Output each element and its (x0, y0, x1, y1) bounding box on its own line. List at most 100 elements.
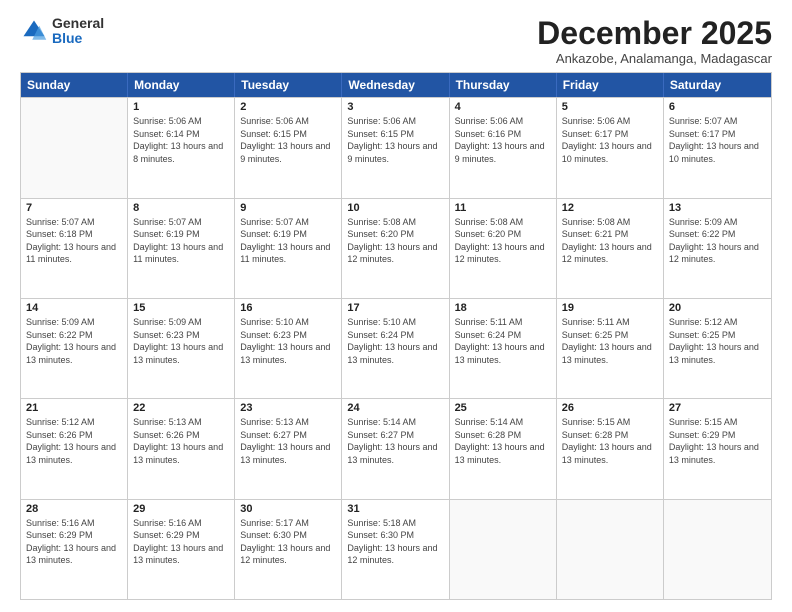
cal-cell-0-1: 1 Sunrise: 5:06 AM Sunset: 6:14 PM Daylig… (128, 98, 235, 197)
day-number: 16 (240, 302, 336, 314)
day-info: Sunrise: 5:12 AM Sunset: 6:26 PM Dayligh… (26, 416, 122, 466)
day-info: Sunrise: 5:06 AM Sunset: 6:15 PM Dayligh… (347, 115, 443, 165)
day-info: Sunrise: 5:06 AM Sunset: 6:16 PM Dayligh… (455, 115, 551, 165)
day-info: Sunrise: 5:09 AM Sunset: 6:22 PM Dayligh… (669, 216, 766, 266)
day-number: 31 (347, 503, 443, 515)
day-info: Sunrise: 5:15 AM Sunset: 6:29 PM Dayligh… (669, 416, 766, 466)
day-info: Sunrise: 5:06 AM Sunset: 6:17 PM Dayligh… (562, 115, 658, 165)
day-number: 9 (240, 202, 336, 214)
day-number: 5 (562, 101, 658, 113)
day-info: Sunrise: 5:08 AM Sunset: 6:21 PM Dayligh… (562, 216, 658, 266)
header-saturday: Saturday (664, 73, 771, 97)
cal-cell-1-2: 9Sunrise: 5:07 AM Sunset: 6:19 PM Daylig… (235, 199, 342, 298)
cal-cell-1-6: 13 Sunrise: 5:09 AM Sunset: 6:22 PM Dayli… (664, 199, 771, 298)
day-info: Sunrise: 5:11 AM Sunset: 6:24 PM Dayligh… (455, 316, 551, 366)
day-number: 19 (562, 302, 658, 314)
day-number: 2 (240, 101, 336, 113)
day-info: Sunrise: 5:08 AM Sunset: 6:20 PM Dayligh… (347, 216, 443, 266)
day-number: 23 (240, 402, 336, 414)
day-number: 26 (562, 402, 658, 414)
day-number: 3 (347, 101, 443, 113)
cal-cell-2-0: 14 Sunrise: 5:09 AM Sunset: 6:22 PM Dayli… (21, 299, 128, 398)
week-row-3: 14 Sunrise: 5:09 AM Sunset: 6:22 PM Dayli… (21, 298, 771, 398)
day-info: Sunrise: 5:10 AM Sunset: 6:23 PM Dayligh… (240, 316, 336, 366)
cal-cell-4-4 (450, 500, 557, 599)
day-number: 1 (133, 101, 229, 113)
logo-blue-text: Blue (52, 31, 104, 46)
day-number: 11 (455, 202, 551, 214)
day-info: Sunrise: 5:14 AM Sunset: 6:27 PM Dayligh… (347, 416, 443, 466)
logo-text: General Blue (52, 16, 104, 47)
cal-cell-2-5: 19 Sunrise: 5:11 AM Sunset: 6:25 PM Dayli… (557, 299, 664, 398)
day-info: Sunrise: 5:17 AM Sunset: 6:30 PM Dayligh… (240, 517, 336, 567)
cal-cell-0-6: 6 Sunrise: 5:07 AM Sunset: 6:17 PM Daylig… (664, 98, 771, 197)
logo: General Blue (20, 16, 104, 47)
day-info: Sunrise: 5:08 AM Sunset: 6:20 PM Dayligh… (455, 216, 551, 266)
day-info: Sunrise: 5:07 AM Sunset: 6:17 PM Dayligh… (669, 115, 766, 165)
day-info: Sunrise: 5:16 AM Sunset: 6:29 PM Dayligh… (26, 517, 122, 567)
day-info: Sunrise: 5:13 AM Sunset: 6:26 PM Dayligh… (133, 416, 229, 466)
day-number: 4 (455, 101, 551, 113)
header-thursday: Thursday (450, 73, 557, 97)
day-number: 21 (26, 402, 122, 414)
cal-cell-3-6: 27 Sunrise: 5:15 AM Sunset: 6:29 PM Dayli… (664, 399, 771, 498)
day-number: 13 (669, 202, 766, 214)
day-info: Sunrise: 5:06 AM Sunset: 6:15 PM Dayligh… (240, 115, 336, 165)
day-number: 22 (133, 402, 229, 414)
day-number: 6 (669, 101, 766, 113)
subtitle: Ankazobe, Analamanga, Madagascar (537, 51, 772, 66)
cal-cell-3-1: 22 Sunrise: 5:13 AM Sunset: 6:26 PM Dayli… (128, 399, 235, 498)
cal-cell-1-0: 7Sunrise: 5:07 AM Sunset: 6:18 PM Daylig… (21, 199, 128, 298)
cal-cell-2-2: 16 Sunrise: 5:10 AM Sunset: 6:23 PM Dayli… (235, 299, 342, 398)
cal-cell-4-3: 31 Sunrise: 5:18 AM Sunset: 6:30 PM Dayli… (342, 500, 449, 599)
day-number: 14 (26, 302, 122, 314)
header-monday: Monday (128, 73, 235, 97)
week-row-2: 7Sunrise: 5:07 AM Sunset: 6:18 PM Daylig… (21, 198, 771, 298)
day-number: 24 (347, 402, 443, 414)
title-block: December 2025 Ankazobe, Analamanga, Mada… (537, 16, 772, 66)
page: General Blue December 2025 Ankazobe, Ana… (0, 0, 792, 612)
cal-cell-1-5: 12Sunrise: 5:08 AM Sunset: 6:21 PM Dayli… (557, 199, 664, 298)
day-number: 28 (26, 503, 122, 515)
cal-cell-1-1: 8Sunrise: 5:07 AM Sunset: 6:19 PM Daylig… (128, 199, 235, 298)
day-info: Sunrise: 5:11 AM Sunset: 6:25 PM Dayligh… (562, 316, 658, 366)
day-info: Sunrise: 5:06 AM Sunset: 6:14 PM Dayligh… (133, 115, 229, 165)
header-wednesday: Wednesday (342, 73, 449, 97)
day-info: Sunrise: 5:15 AM Sunset: 6:28 PM Dayligh… (562, 416, 658, 466)
month-title: December 2025 (537, 16, 772, 51)
header-friday: Friday (557, 73, 664, 97)
day-number: 10 (347, 202, 443, 214)
header-tuesday: Tuesday (235, 73, 342, 97)
cal-cell-3-0: 21 Sunrise: 5:12 AM Sunset: 6:26 PM Dayli… (21, 399, 128, 498)
header-sunday: Sunday (21, 73, 128, 97)
cal-cell-3-2: 23Sunrise: 5:13 AM Sunset: 6:27 PM Dayli… (235, 399, 342, 498)
calendar-body: 1 Sunrise: 5:06 AM Sunset: 6:14 PM Daylig… (21, 97, 771, 599)
cal-cell-2-3: 17Sunrise: 5:10 AM Sunset: 6:24 PM Dayli… (342, 299, 449, 398)
day-info: Sunrise: 5:09 AM Sunset: 6:23 PM Dayligh… (133, 316, 229, 366)
day-info: Sunrise: 5:07 AM Sunset: 6:18 PM Dayligh… (26, 216, 122, 266)
cal-cell-3-5: 26 Sunrise: 5:15 AM Sunset: 6:28 PM Dayli… (557, 399, 664, 498)
day-number: 8 (133, 202, 229, 214)
day-info: Sunrise: 5:14 AM Sunset: 6:28 PM Dayligh… (455, 416, 551, 466)
cal-cell-1-3: 10 Sunrise: 5:08 AM Sunset: 6:20 PM Dayli… (342, 199, 449, 298)
cal-cell-4-0: 28 Sunrise: 5:16 AM Sunset: 6:29 PM Dayli… (21, 500, 128, 599)
cal-cell-3-3: 24 Sunrise: 5:14 AM Sunset: 6:27 PM Dayli… (342, 399, 449, 498)
week-row-4: 21 Sunrise: 5:12 AM Sunset: 6:26 PM Dayli… (21, 398, 771, 498)
day-info: Sunrise: 5:09 AM Sunset: 6:22 PM Dayligh… (26, 316, 122, 366)
header: General Blue December 2025 Ankazobe, Ana… (20, 16, 772, 66)
day-number: 29 (133, 503, 229, 515)
cal-cell-0-2: 2 Sunrise: 5:06 AM Sunset: 6:15 PM Daylig… (235, 98, 342, 197)
day-number: 15 (133, 302, 229, 314)
cal-cell-1-4: 11 Sunrise: 5:08 AM Sunset: 6:20 PM Dayli… (450, 199, 557, 298)
cal-cell-0-3: 3 Sunrise: 5:06 AM Sunset: 6:15 PM Daylig… (342, 98, 449, 197)
cal-cell-4-6 (664, 500, 771, 599)
cal-cell-2-4: 18 Sunrise: 5:11 AM Sunset: 6:24 PM Dayli… (450, 299, 557, 398)
logo-icon (20, 17, 48, 45)
day-info: Sunrise: 5:18 AM Sunset: 6:30 PM Dayligh… (347, 517, 443, 567)
week-row-5: 28 Sunrise: 5:16 AM Sunset: 6:29 PM Dayli… (21, 499, 771, 599)
cal-cell-0-5: 5 Sunrise: 5:06 AM Sunset: 6:17 PM Daylig… (557, 98, 664, 197)
day-number: 18 (455, 302, 551, 314)
cal-cell-4-5 (557, 500, 664, 599)
day-number: 27 (669, 402, 766, 414)
day-number: 17 (347, 302, 443, 314)
